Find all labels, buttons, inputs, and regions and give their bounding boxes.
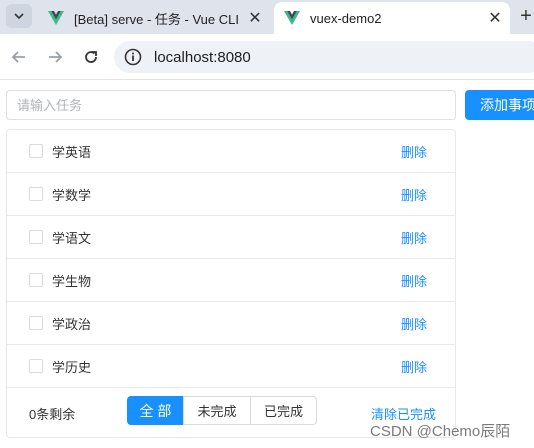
task-label: 学历史: [52, 359, 92, 375]
task-label: 学英语: [52, 144, 92, 160]
task-item: 学英语 删除: [7, 130, 455, 173]
task-checkbox[interactable]: [29, 187, 43, 201]
url-text: localhost:8080: [154, 48, 251, 66]
task-checkbox[interactable]: [29, 144, 43, 158]
browser-toolbar: localhost:8080: [0, 34, 534, 80]
back-arrow-icon: [11, 51, 25, 63]
address-bar[interactable]: localhost:8080: [114, 41, 534, 73]
vue-logo-icon: [48, 11, 64, 25]
task-checkbox[interactable]: [29, 359, 43, 373]
task-input[interactable]: [6, 90, 456, 120]
tab-title: vuex-demo2: [310, 10, 382, 26]
task-checkbox[interactable]: [29, 316, 43, 330]
forward-button[interactable]: [43, 45, 67, 69]
remaining-count: 0条剩余: [29, 407, 76, 422]
task-label: 学生物: [52, 273, 92, 289]
tab-vue-cli[interactable]: [Beta] serve - 任务 - Vue CLI ✕: [38, 2, 270, 34]
task-checkbox[interactable]: [29, 273, 43, 287]
back-button[interactable]: [7, 45, 31, 69]
task-item: 学语文 删除: [7, 216, 455, 259]
delete-link[interactable]: 删除: [401, 185, 427, 204]
delete-link[interactable]: 删除: [401, 142, 427, 161]
tab-strip: [Beta] serve - 任务 - Vue CLI ✕ vuex-demo2…: [0, 0, 534, 34]
delete-link[interactable]: 删除: [401, 314, 427, 333]
reload-icon: [85, 51, 97, 63]
tab-vuex-demo2[interactable]: vuex-demo2 ✕: [274, 2, 510, 34]
task-label: 学语文: [52, 230, 92, 246]
add-task-button[interactable]: 添加事项: [465, 90, 534, 120]
info-icon[interactable]: [124, 48, 142, 66]
task-item: 学生物 删除: [7, 259, 455, 302]
tab-title: [Beta] serve - 任务 - Vue CLI: [74, 11, 239, 27]
delete-link[interactable]: 删除: [401, 228, 427, 247]
reload-button[interactable]: [79, 45, 103, 69]
task-label: 学数学: [52, 187, 92, 203]
chevron-down-icon: [14, 13, 24, 20]
task-checkbox[interactable]: [29, 230, 43, 244]
filter-buttons: 全 部 未完成 已完成: [127, 396, 317, 426]
delete-link[interactable]: 删除: [401, 271, 427, 290]
forward-arrow-icon: [49, 51, 63, 63]
filter-done-button[interactable]: 已完成: [250, 396, 317, 425]
task-item: 学数学 删除: [7, 173, 455, 216]
task-label: 学政治: [52, 316, 92, 332]
plus-icon[interactable]: +: [514, 4, 534, 28]
delete-link[interactable]: 删除: [401, 357, 427, 376]
close-icon[interactable]: ✕: [246, 9, 264, 27]
filter-active-button[interactable]: 未完成: [183, 396, 251, 425]
task-item: 学政治 删除: [7, 302, 455, 345]
tab-search-button[interactable]: [6, 4, 32, 28]
task-item: 学历史 删除: [7, 345, 455, 388]
close-icon[interactable]: ✕: [486, 9, 504, 27]
task-list: 学英语 删除 学数学 删除 学语文 删除 学生物 删除 学政治 删除 学历史 删…: [6, 129, 456, 438]
filter-all-button[interactable]: 全 部: [127, 396, 184, 425]
vue-logo-icon: [284, 11, 300, 25]
watermark: CSDN @Chemo辰陌: [370, 423, 511, 440]
